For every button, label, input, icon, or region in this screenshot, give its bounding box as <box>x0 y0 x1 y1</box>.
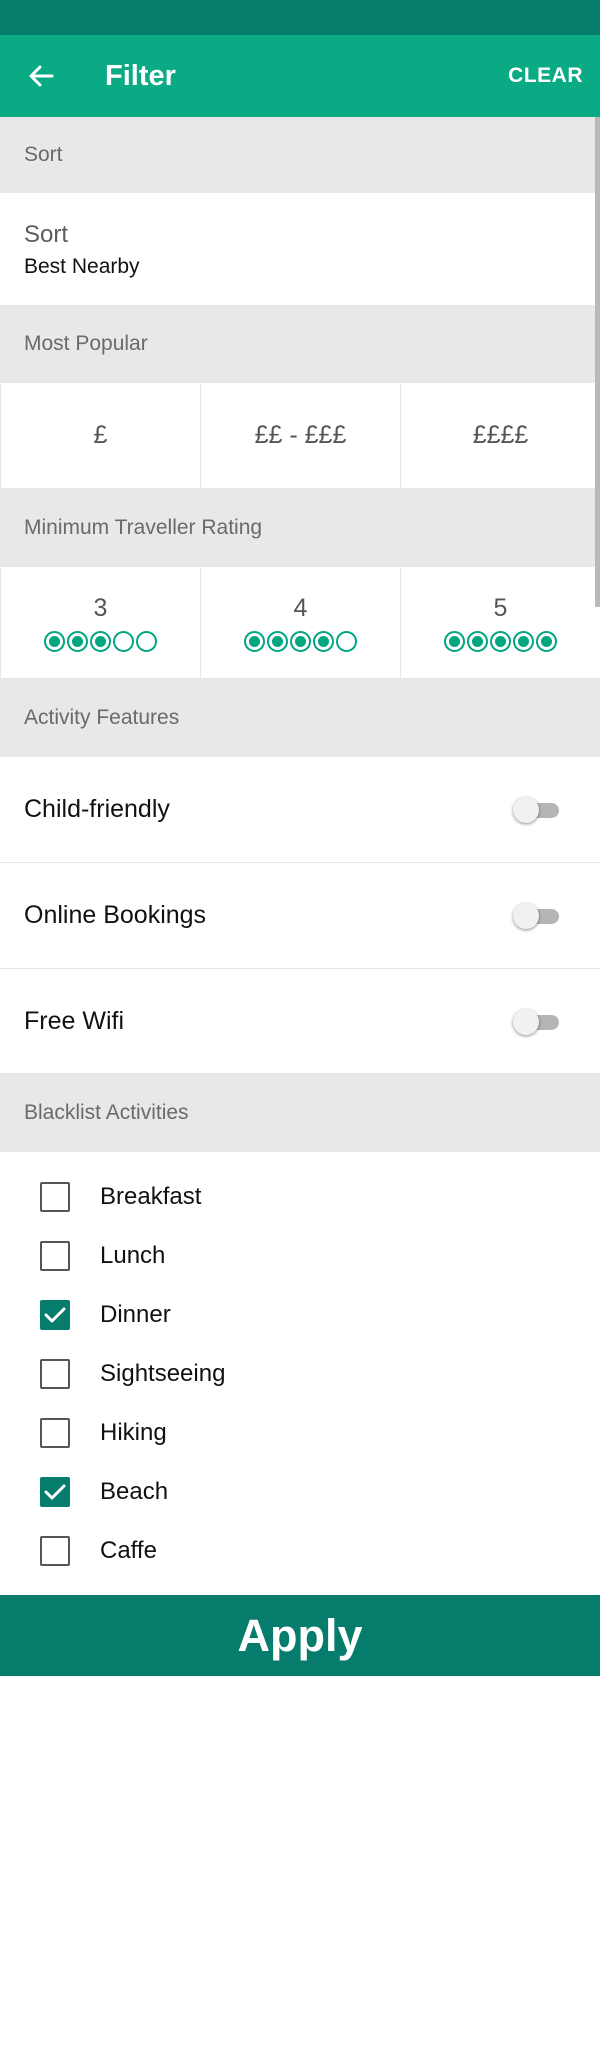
section-header-label: Sort <box>24 143 63 166</box>
sort-selector[interactable]: Sort Best Nearby <box>0 193 600 305</box>
checkbox[interactable] <box>40 1299 70 1330</box>
checkbox-label: Caffe <box>100 1536 157 1564</box>
feature-row-free-wifi[interactable]: Free Wifi <box>0 969 600 1074</box>
filled-bubble-icon <box>44 630 65 652</box>
filled-bubble-icon <box>490 630 511 652</box>
rating-option-3[interactable]: 3 <box>0 567 200 679</box>
checkbox-label: Dinner <box>100 1300 171 1328</box>
filled-bubble-icon <box>244 630 265 652</box>
section-header-label: Minimum Traveller Rating <box>24 516 263 539</box>
blacklist-item-sightseeing[interactable]: Sightseeing <box>0 1344 600 1403</box>
online-bookings-toggle[interactable] <box>513 903 560 929</box>
checkbox[interactable] <box>40 1535 70 1566</box>
rating-bubbles <box>44 630 157 652</box>
price-option-2[interactable]: ££ - £££ <box>200 383 400 489</box>
page-title: Filter <box>105 59 176 92</box>
rating-bubbles <box>244 630 357 652</box>
empty-bubble-icon <box>336 630 357 652</box>
blacklist-item-hiking[interactable]: Hiking <box>0 1403 600 1462</box>
feature-label: Free Wifi <box>24 1007 124 1035</box>
sort-value: Best Nearby <box>24 255 140 278</box>
rating-value: 5 <box>493 593 508 622</box>
checkbox[interactable] <box>40 1476 70 1507</box>
section-header-label: Blacklist Activities <box>24 1100 189 1124</box>
price-option-label: ££ - £££ <box>254 421 347 449</box>
back-button[interactable] <box>0 35 82 117</box>
clear-button[interactable]: CLEAR <box>508 35 583 117</box>
price-options: £ ££ - £££ ££££ <box>0 383 600 489</box>
filled-bubble-icon <box>267 630 288 652</box>
child-friendly-toggle[interactable] <box>513 797 560 823</box>
status-bar <box>0 0 600 35</box>
section-header-blacklist: Blacklist Activities <box>0 1073 600 1152</box>
rating-option-5[interactable]: 5 <box>400 567 600 679</box>
feature-row-child-friendly[interactable]: Child-friendly <box>0 757 600 863</box>
blacklist-item-breakfast[interactable]: Breakfast <box>0 1167 600 1226</box>
checkbox[interactable] <box>40 1240 70 1271</box>
section-header-sort: Sort <box>0 117 600 193</box>
checkbox[interactable] <box>40 1358 70 1389</box>
rating-value: 4 <box>293 593 308 622</box>
section-header-most-popular: Most Popular <box>0 305 600 383</box>
filled-bubble-icon <box>90 630 111 652</box>
feature-label: Child-friendly <box>24 795 170 823</box>
section-header-rating: Minimum Traveller Rating <box>0 489 600 567</box>
checkbox-label: Beach <box>100 1477 169 1505</box>
scrollbar[interactable] <box>595 117 600 607</box>
filled-bubble-icon <box>444 630 465 652</box>
blacklist-item-lunch[interactable]: Lunch <box>0 1226 600 1285</box>
free-wifi-toggle[interactable] <box>513 1009 560 1035</box>
filled-bubble-icon <box>467 630 488 652</box>
filled-bubble-icon <box>290 630 311 652</box>
blacklist-item-beach[interactable]: Beach <box>0 1462 600 1521</box>
price-option-1[interactable]: £ <box>0 383 200 489</box>
checkmark-icon <box>44 1307 66 1322</box>
checkmark-icon <box>44 1484 66 1499</box>
section-header-label: Most Popular <box>24 332 148 355</box>
feature-row-online-bookings[interactable]: Online Bookings <box>0 863 600 969</box>
filled-bubble-icon <box>513 630 534 652</box>
checkbox-label: Sightseeing <box>100 1359 226 1387</box>
price-option-label: ££££ <box>472 421 529 449</box>
filled-bubble-icon <box>536 630 557 652</box>
arrow-left-icon <box>29 65 54 87</box>
rating-option-4[interactable]: 4 <box>200 567 400 679</box>
filled-bubble-icon <box>313 630 334 652</box>
rating-options: 3 4 5 <box>0 567 600 679</box>
section-header-label: Activity Features <box>24 706 180 729</box>
checkbox[interactable] <box>40 1181 70 1212</box>
price-option-3[interactable]: ££££ <box>400 383 600 489</box>
checkbox-label: Breakfast <box>100 1182 202 1210</box>
blacklist-item-dinner[interactable]: Dinner <box>0 1285 600 1344</box>
blacklist-item-caffe[interactable]: Caffe <box>0 1521 600 1580</box>
checkbox-label: Lunch <box>100 1241 166 1269</box>
filled-bubble-icon <box>67 630 88 652</box>
section-header-features: Activity Features <box>0 679 600 757</box>
apply-button[interactable]: Apply <box>0 1595 600 1676</box>
empty-bubble-icon <box>136 630 157 652</box>
rating-value: 3 <box>93 593 108 622</box>
feature-label: Online Bookings <box>24 901 207 929</box>
empty-bubble-icon <box>113 630 134 652</box>
sort-label: Sort <box>24 221 69 248</box>
app-bar: Filter CLEAR <box>0 35 600 117</box>
rating-bubbles <box>444 630 557 652</box>
checkbox[interactable] <box>40 1417 70 1448</box>
price-option-label: £ <box>93 421 108 449</box>
checkbox-label: Hiking <box>100 1418 167 1446</box>
